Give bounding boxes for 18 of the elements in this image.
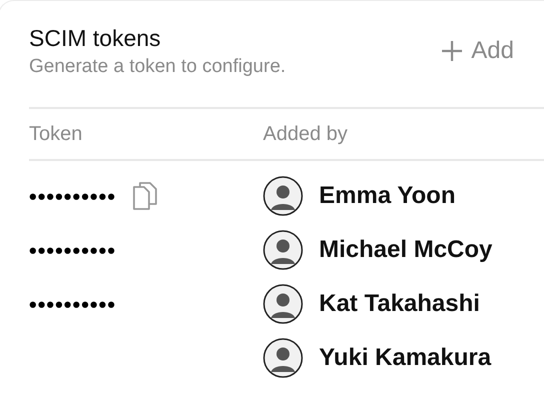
plus-icon: [441, 40, 464, 62]
column-header: Token: [29, 123, 82, 146]
avatar-icon: [263, 338, 303, 378]
section-title: SCIM tokens: [29, 25, 162, 53]
add-button[interactable]: Add: [437, 33, 544, 70]
avatar-icon: [263, 230, 303, 270]
user-name: Yuki Kamakura: [319, 343, 492, 374]
copy-icon[interactable]: [132, 181, 158, 212]
column-header: Added by: [263, 123, 348, 146]
user-name: Emma Yoon: [319, 181, 456, 212]
masked-token: ••••••••••: [29, 290, 116, 319]
masked-token: ••••••••••: [29, 182, 116, 211]
masked-token: ••••••••••: [29, 236, 116, 265]
avatar-icon: [263, 284, 303, 324]
avatar-icon: [263, 176, 303, 216]
user-name: Michael McCoy: [319, 235, 492, 266]
section-subtitle: Generate a token to configure.: [29, 54, 286, 79]
user-name: Kat Takahashi: [319, 289, 480, 320]
